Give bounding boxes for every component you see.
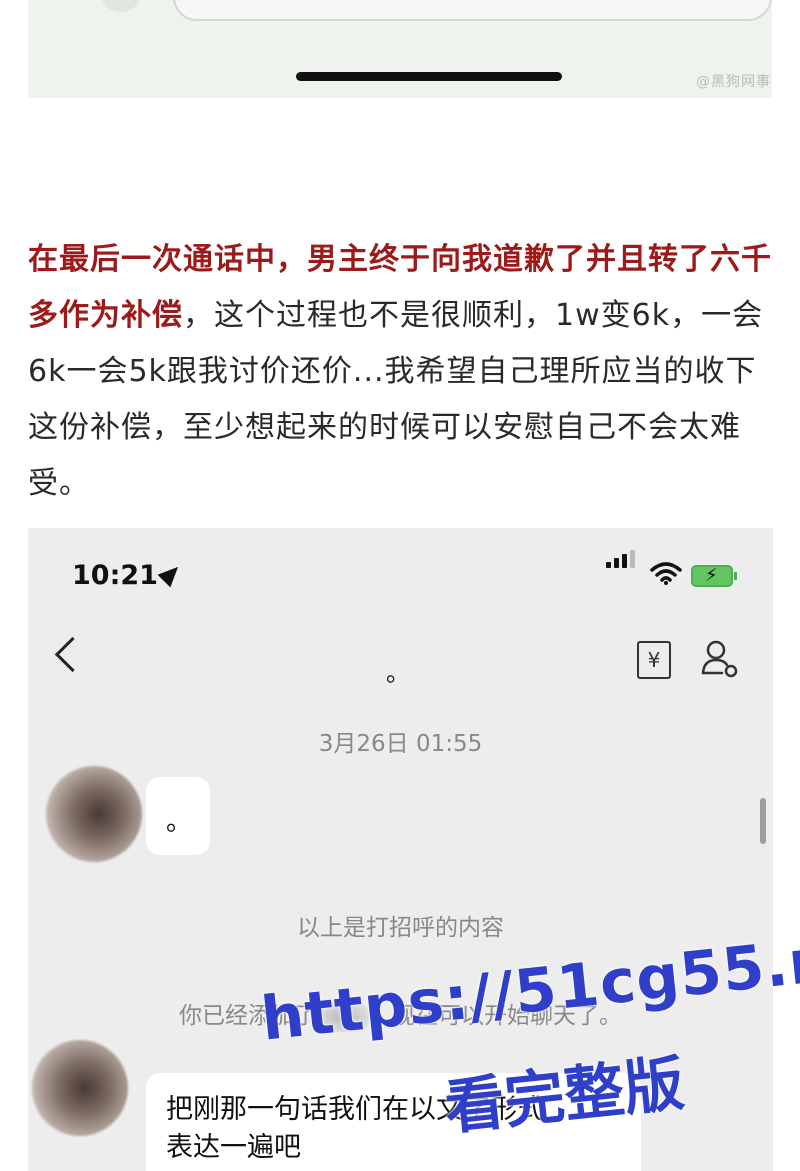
article-paragraph: 在最后一次通话中，男主终于向我道歉了并且转了六千多作为补偿，这个过程也不是很顺利… [28, 232, 778, 512]
wifi-icon [650, 562, 682, 585]
weibo-watermark: @黑狗网事 [696, 74, 771, 90]
voice-button[interactable] [100, 0, 142, 12]
avatar[interactable] [32, 1040, 128, 1136]
avatar[interactable] [46, 766, 142, 862]
previous-screenshot-strip: @黑狗网事 [28, 0, 772, 98]
message-text: 。 [166, 807, 193, 837]
chat-title: 。 [386, 659, 410, 687]
system-notice: 以上是打招呼的内容 [297, 915, 504, 941]
message-bubble[interactable]: 。 [146, 777, 210, 855]
chat-timestamp: 3月26日 01:55 [318, 731, 483, 757]
status-time: 10:21 [72, 560, 158, 591]
home-indicator [296, 72, 562, 81]
battery-icon: ⚡ [691, 565, 737, 587]
transfer-icon[interactable]: ¥ [637, 641, 671, 679]
profile-icon[interactable] [700, 638, 740, 678]
back-chevron-icon[interactable] [54, 636, 91, 673]
scrollbar[interactable] [760, 798, 766, 844]
location-arrow-icon [157, 560, 185, 588]
message-input[interactable] [173, 0, 772, 21]
